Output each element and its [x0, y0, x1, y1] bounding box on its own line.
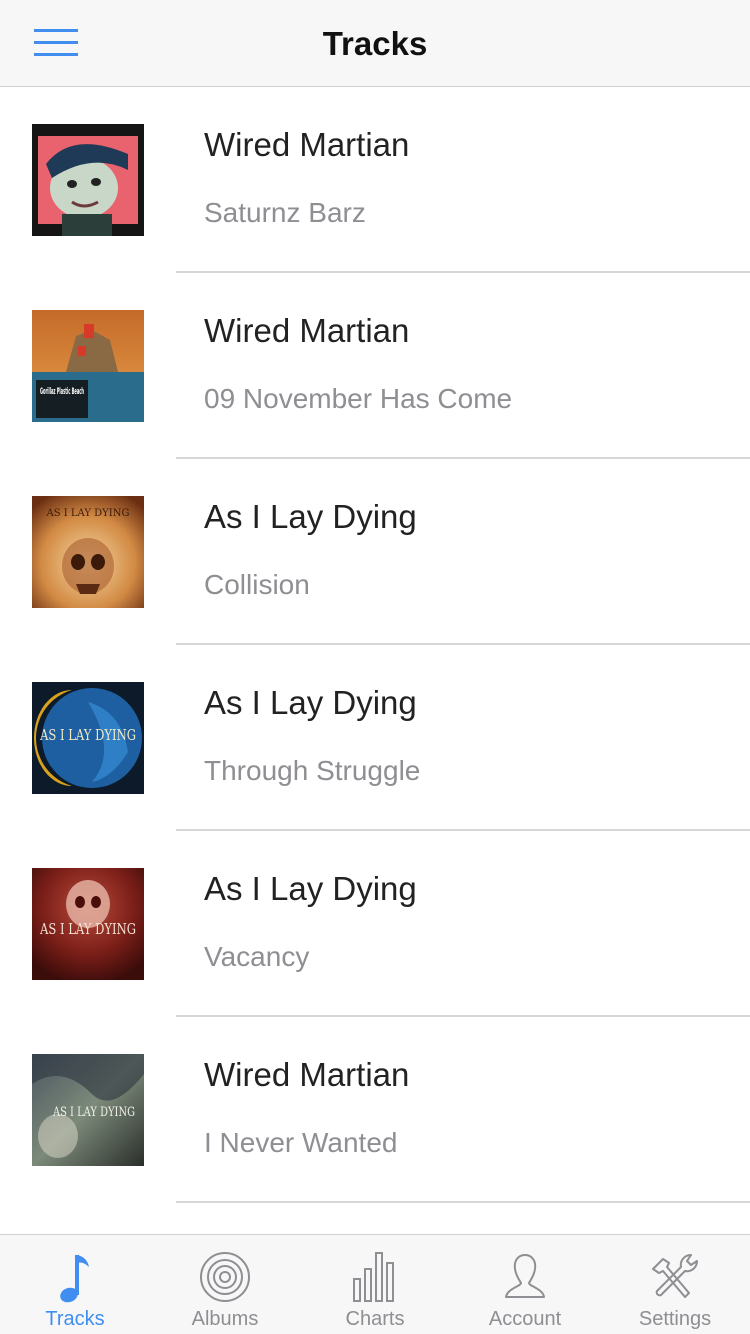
track-title: As I Lay Dying [204, 498, 417, 535]
page-title: Tracks [322, 25, 428, 62]
track-subtitle: Saturnz Barz [204, 197, 366, 228]
tab-settings[interactable]: Settings [600, 1235, 750, 1334]
track-title: As I Lay Dying [204, 684, 417, 721]
navigation-bar: Tracks [0, 0, 750, 87]
track-list[interactable]: Wired Martian Saturnz Barz Gorillaz Plas… [0, 87, 750, 1234]
tab-bar: Tracks Albums Charts Account Settings [0, 1234, 750, 1334]
tab-label: Charts [345, 1308, 405, 1330]
track-row[interactable]: AS I LAY DYING As I Lay Dying Vacancy [0, 831, 750, 1017]
music-note-icon [60, 1255, 89, 1303]
tab-label: Settings [638, 1308, 712, 1330]
user-icon [505, 1254, 545, 1298]
tab-label: Albums [191, 1308, 259, 1330]
album-art: AS I LAY DYING [32, 682, 144, 794]
album-art-text: AS I LAY DYING [52, 1105, 135, 1120]
track-row[interactable]: AS I LAY DYING Wired Martian I Never Wan… [0, 1017, 750, 1203]
album-art [32, 124, 144, 236]
vinyl-disc-icon [200, 1252, 250, 1302]
track-subtitle: 09 November Has Come [204, 383, 513, 414]
track-title: As I Lay Dying [204, 870, 417, 907]
track-title: Wired Martian [204, 1056, 410, 1093]
tools-icon [652, 1253, 699, 1298]
tab-account[interactable]: Account [450, 1235, 600, 1334]
album-art-text: Gorillaz Plastic Beach [40, 387, 84, 397]
track-row[interactable]: AS I LAY DYING As I Lay Dying Collision [0, 459, 750, 645]
track-subtitle: I Never Wanted [204, 1127, 398, 1158]
track-row[interactable]: AS I LAY DYING As I Lay Dying Through St… [0, 645, 750, 831]
album-art: AS I LAY DYING [32, 496, 144, 608]
tab-tracks[interactable]: Tracks [0, 1235, 150, 1334]
tab-albums[interactable]: Albums [150, 1235, 300, 1334]
track-row[interactable]: Wired Martian Saturnz Barz [0, 87, 750, 273]
track-title: Wired Martian [204, 126, 410, 163]
album-art: Gorillaz Plastic Beach [32, 310, 144, 422]
track-title: Wired Martian [204, 312, 410, 349]
album-art: AS I LAY DYING [32, 1054, 144, 1166]
album-art-text: AS I LAY DYING [39, 920, 136, 938]
track-subtitle: Through Struggle [204, 755, 421, 786]
app-screen: Tracks Wired Martian Saturnz Barz Gorill… [0, 0, 750, 1334]
track-row[interactable]: Gorillaz Plastic Beach Wired Martian 09 … [0, 273, 750, 459]
row-divider [176, 1201, 750, 1203]
track-subtitle: Collision [204, 569, 310, 600]
tab-label: Account [488, 1308, 562, 1330]
tab-charts[interactable]: Charts [300, 1235, 450, 1334]
album-art-text: AS I LAY DYING [39, 726, 136, 744]
album-art: AS I LAY DYING [32, 868, 144, 980]
track-subtitle: Vacancy [204, 941, 310, 972]
bar-chart-icon [353, 1252, 394, 1302]
tab-label: Tracks [45, 1308, 105, 1330]
album-art-text: AS I LAY DYING [46, 508, 130, 519]
